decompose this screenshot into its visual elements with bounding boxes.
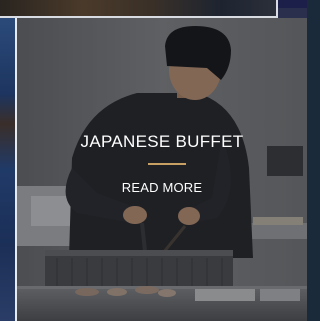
carousel-card-previous[interactable] (0, 18, 15, 321)
carousel-card-previous-row-edge (278, 0, 307, 8)
carousel-card-previous-row[interactable] (0, 0, 278, 18)
carousel-viewport: JAPANESE BUFFET READ MORE (0, 0, 307, 321)
read-more-link[interactable]: READ MORE (17, 180, 307, 195)
title-divider (148, 163, 186, 165)
card-title: JAPANESE BUFFET (80, 132, 244, 151)
carousel-card-previous-row-edge-lower (278, 8, 307, 18)
restaurant-card[interactable]: JAPANESE BUFFET READ MORE (17, 18, 307, 321)
image-overlay (17, 18, 307, 321)
